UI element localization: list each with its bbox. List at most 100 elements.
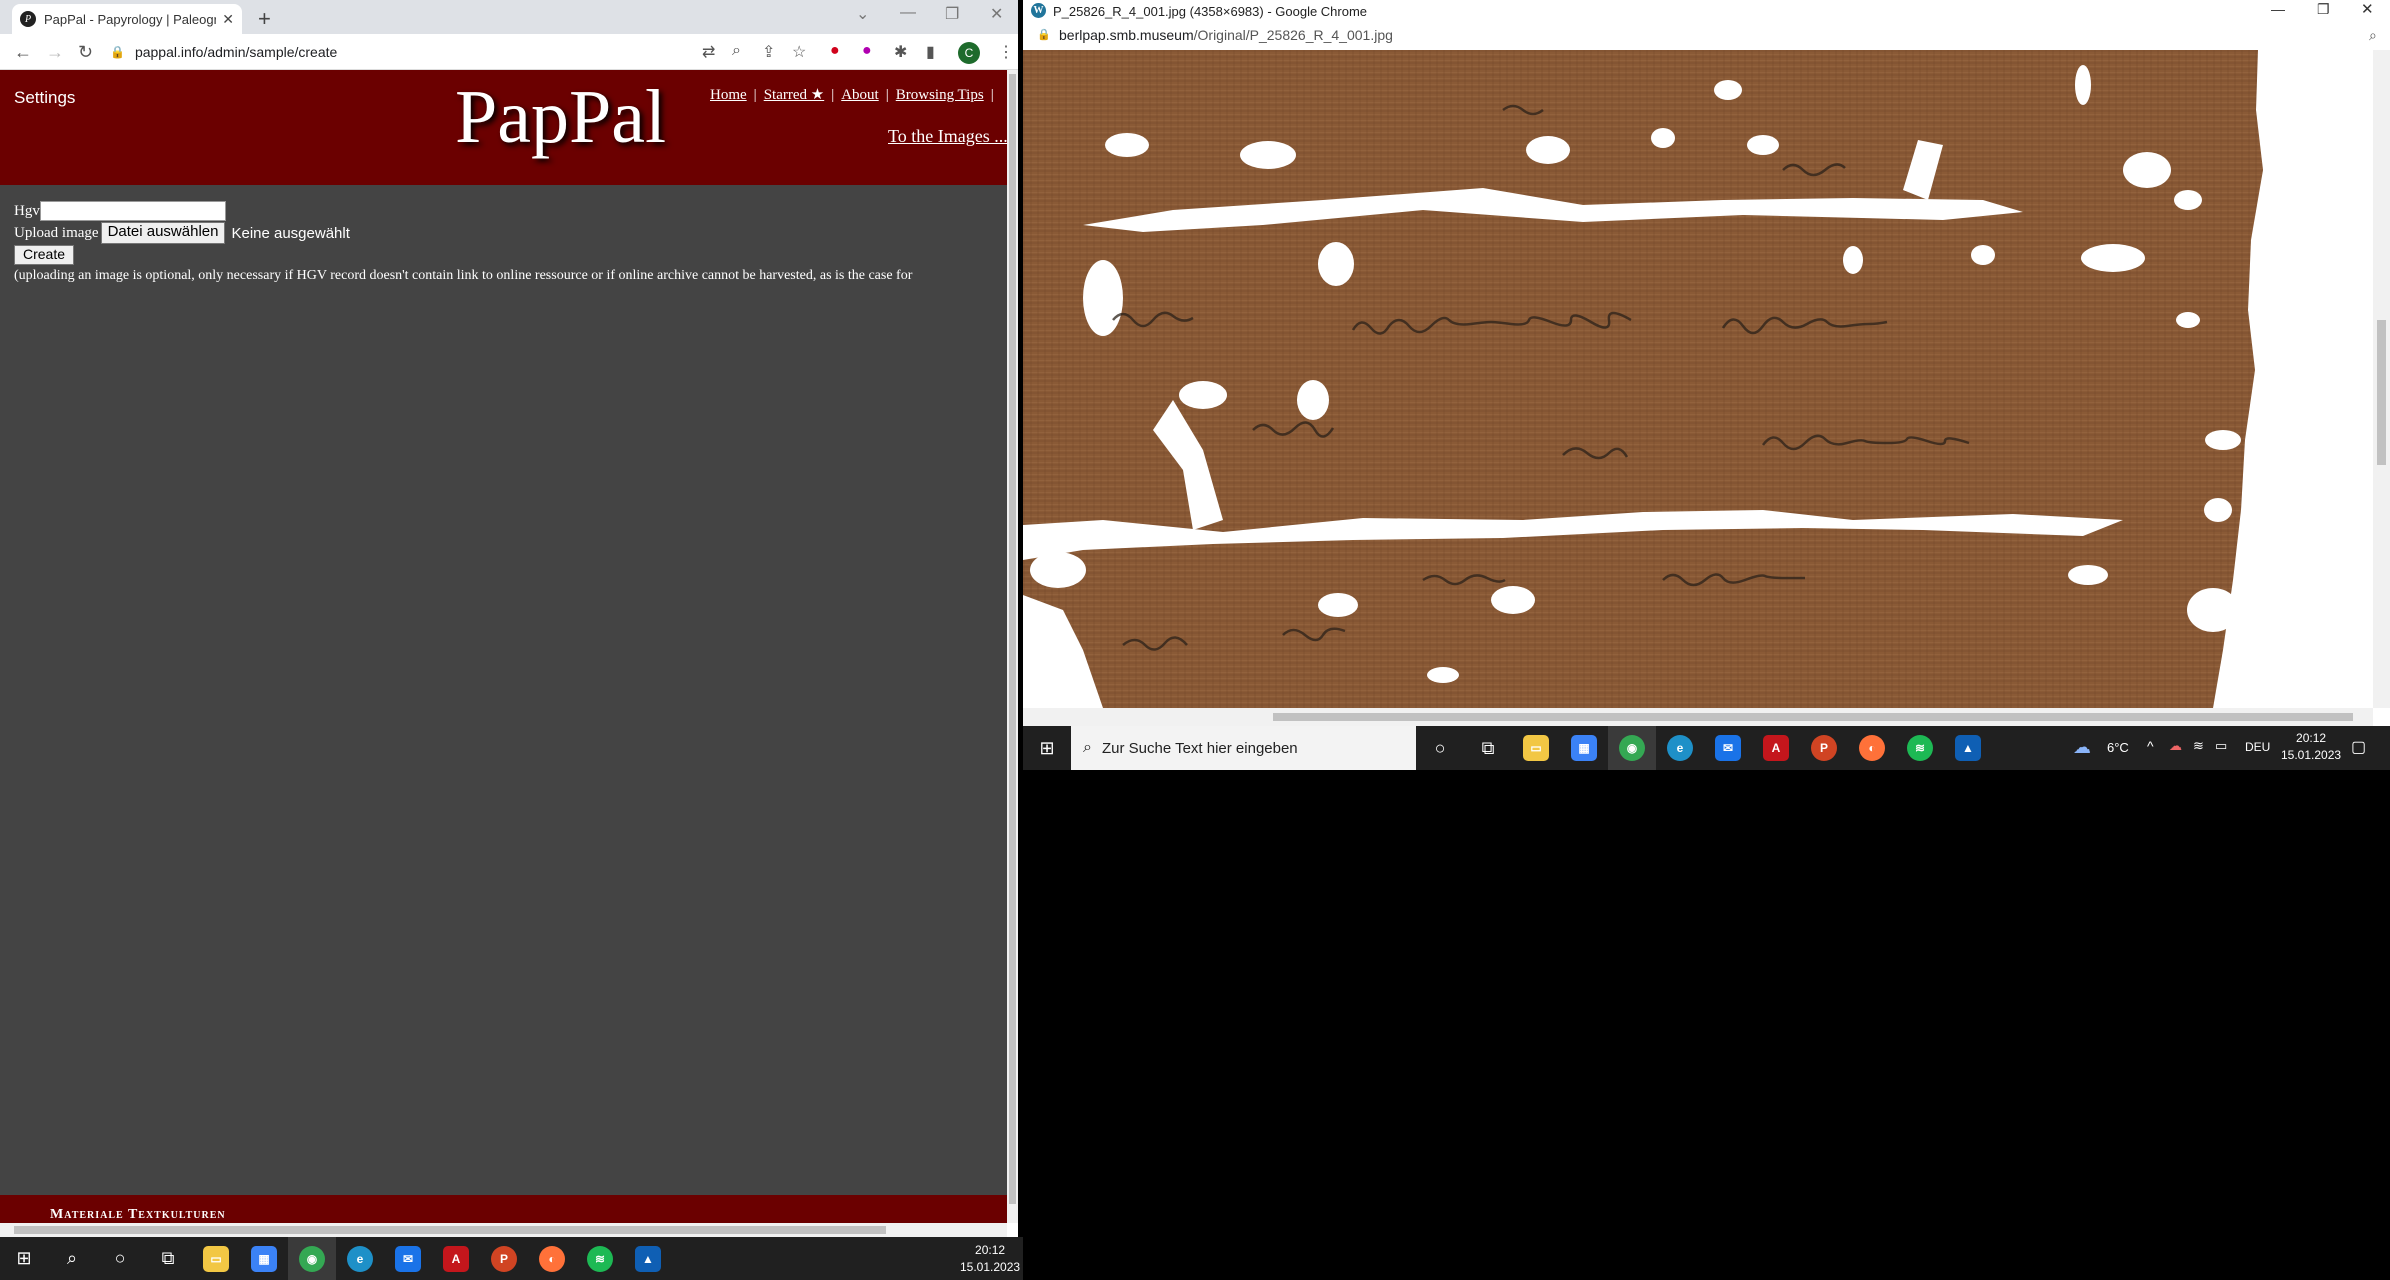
- spotify-icon[interactable]: ≋: [1896, 726, 1944, 770]
- chevron-up-icon[interactable]: ^: [2147, 738, 2154, 754]
- create-button[interactable]: Create: [14, 245, 75, 265]
- edge-logo-icon: e: [1667, 735, 1693, 761]
- acrobat-logo-icon: A: [1763, 735, 1789, 761]
- chrome-icon[interactable]: ◉: [288, 1237, 336, 1280]
- photos-logo-icon: ▲: [635, 1245, 661, 1272]
- minimize-icon[interactable]: —: [2271, 1, 2285, 17]
- chrome-icon[interactable]: ◉: [1608, 726, 1656, 770]
- close-tab-icon[interactable]: ✕: [222, 11, 234, 28]
- battery-icon[interactable]: ▭: [2215, 738, 2227, 754]
- photos-icon[interactable]: ▲: [1944, 726, 1992, 770]
- share-icon[interactable]: ⇪: [762, 42, 775, 62]
- side-panel-icon[interactable]: ▮: [926, 42, 935, 62]
- start-icon[interactable]: ⊞: [1023, 726, 1071, 770]
- menu-icon[interactable]: ⋮: [998, 42, 1014, 62]
- firefox-icon[interactable]: ◐: [528, 1237, 576, 1280]
- acrobat-icon[interactable]: A: [432, 1237, 480, 1280]
- right-browser-window: W P_25826_R_4_001.jpg (4358×6983) - Goog…: [1023, 0, 2390, 726]
- left-clock[interactable]: 20:12 15.01.2023: [960, 1242, 1020, 1276]
- edge-logo-icon: e: [347, 1245, 373, 1272]
- scroll-thumb[interactable]: [1273, 713, 2353, 721]
- wifi-icon[interactable]: ≋: [2193, 738, 2204, 754]
- horizontal-scrollbar[interactable]: [0, 1223, 1007, 1237]
- window-titlebar: W P_25826_R_4_001.jpg (4358×6983) - Goog…: [1023, 0, 2390, 22]
- acrobat-icon[interactable]: A: [1752, 726, 1800, 770]
- nav-home[interactable]: Home: [710, 87, 747, 103]
- taskbar-search-box[interactable]: ⌕ Zur Suche Text hier eingeben: [1071, 726, 1416, 770]
- file-explorer-icon[interactable]: ▭: [192, 1237, 240, 1280]
- horizontal-scrollbar[interactable]: [1023, 708, 2373, 726]
- powerpoint-icon[interactable]: P: [1800, 726, 1848, 770]
- zoom-icon[interactable]: ⌕: [2369, 27, 2377, 44]
- chrome-logo-icon: ◉: [299, 1245, 325, 1272]
- vertical-scrollbar[interactable]: [2373, 50, 2390, 708]
- mail-icon[interactable]: ✉: [384, 1237, 432, 1280]
- reload-icon[interactable]: ↻: [78, 42, 93, 63]
- mail-icon[interactable]: ✉: [1704, 726, 1752, 770]
- minimize-icon[interactable]: —: [900, 4, 916, 22]
- bookmark-star-icon[interactable]: ☆: [792, 42, 806, 62]
- translate-icon[interactable]: ⇄: [702, 42, 715, 62]
- photos-logo-icon: ▲: [1955, 735, 1981, 761]
- cortana-icon[interactable]: ○: [96, 1237, 144, 1280]
- vertical-scrollbar[interactable]: [1007, 70, 1018, 1223]
- edge-icon[interactable]: e: [1656, 726, 1704, 770]
- extension-purple-icon[interactable]: ●: [862, 42, 872, 60]
- clock-date: 15.01.2023: [960, 1260, 1021, 1274]
- scroll-thumb[interactable]: [2377, 320, 2386, 465]
- choose-file-button[interactable]: Datei auswählen: [100, 222, 226, 244]
- site-footer: Materiale Textkulturen: [0, 1195, 1007, 1223]
- nav-about[interactable]: About: [841, 87, 879, 103]
- file-explorer-icon[interactable]: ▭: [1512, 726, 1560, 770]
- file-status: Keine ausgewählt: [231, 224, 350, 242]
- upload-image-label: Upload image: [14, 224, 99, 241]
- weather-temp[interactable]: 6°C: [2107, 740, 2129, 755]
- extension-red-icon[interactable]: ●: [830, 42, 840, 60]
- scroll-thumb[interactable]: [1009, 74, 1016, 1204]
- task-view-icon[interactable]: ⧉: [144, 1237, 192, 1280]
- close-window-icon[interactable]: ✕: [2361, 0, 2374, 18]
- spotify-icon[interactable]: ≋: [576, 1237, 624, 1280]
- start-icon[interactable]: ⊞: [0, 1237, 48, 1280]
- profile-avatar[interactable]: C: [958, 42, 980, 64]
- photos-icon[interactable]: ▲: [624, 1237, 672, 1280]
- new-tab-icon[interactable]: +: [258, 6, 271, 32]
- nav-browsing-tips[interactable]: Browsing Tips: [896, 87, 984, 103]
- search-icon[interactable]: ⌕: [48, 1237, 96, 1280]
- pappal-page: Settings PapPal Home | Starred ★ | About | Bro…: [0, 70, 1007, 1223]
- right-clock[interactable]: 20:12 15.01.2023: [2281, 730, 2341, 764]
- tab-search-icon[interactable]: ⌄: [856, 4, 869, 24]
- weather-cloud-icon[interactable]: ☁: [2073, 737, 2091, 758]
- store-icon[interactable]: ▦: [1560, 726, 1608, 770]
- nav-starred[interactable]: Starred ★: [764, 87, 825, 103]
- language-indicator[interactable]: DEU: [2245, 740, 2270, 754]
- store-icon[interactable]: ▦: [240, 1237, 288, 1280]
- edge-icon[interactable]: e: [336, 1237, 384, 1280]
- back-icon[interactable]: ←: [14, 42, 32, 63]
- zoom-icon[interactable]: ⌕: [732, 42, 741, 60]
- powerpoint-icon[interactable]: P: [480, 1237, 528, 1280]
- spotify-logo-icon: ≋: [587, 1245, 613, 1272]
- onedrive-icon[interactable]: ☁: [2169, 738, 2182, 754]
- close-window-icon[interactable]: ✕: [990, 4, 1003, 24]
- envelope-icon: ✉: [395, 1245, 421, 1272]
- task-view-icon[interactable]: ⧉: [1464, 726, 1512, 770]
- papyrus-image[interactable]: [1023, 50, 2390, 708]
- to-images-link[interactable]: To the Images ...: [888, 126, 1007, 147]
- settings-link[interactable]: Settings: [14, 88, 75, 108]
- forward-icon[interactable]: →: [46, 42, 64, 63]
- pappal-logo[interactable]: PapPal: [455, 74, 666, 161]
- extensions-puzzle-icon[interactable]: ✱: [894, 42, 907, 62]
- right-taskbar: ⊞ ⌕ Zur Suche Text hier eingeben ○ ⧉ ▭ ▦…: [1023, 726, 2390, 770]
- tab-strip: P PapPal - Papyrology | Paleograph ✕ + ⌄…: [0, 0, 1018, 34]
- cortana-icon[interactable]: ○: [1416, 726, 1464, 770]
- tab-pappal[interactable]: P PapPal - Papyrology | Paleograph ✕: [12, 4, 242, 34]
- scroll-thumb[interactable]: [14, 1226, 886, 1234]
- firefox-icon[interactable]: ◐: [1848, 726, 1896, 770]
- address-bar[interactable]: 🔒 berlpap.smb.museum/Original/P_25826_R_…: [1023, 22, 2390, 50]
- restore-icon[interactable]: ❐: [945, 4, 959, 24]
- hgv-input[interactable]: [39, 201, 226, 221]
- restore-icon[interactable]: ❐: [2317, 1, 2330, 18]
- notifications-icon[interactable]: ▢: [2351, 737, 2366, 757]
- address-bar[interactable]: 🔒 pappal.info/admin/sample/create: [110, 40, 690, 64]
